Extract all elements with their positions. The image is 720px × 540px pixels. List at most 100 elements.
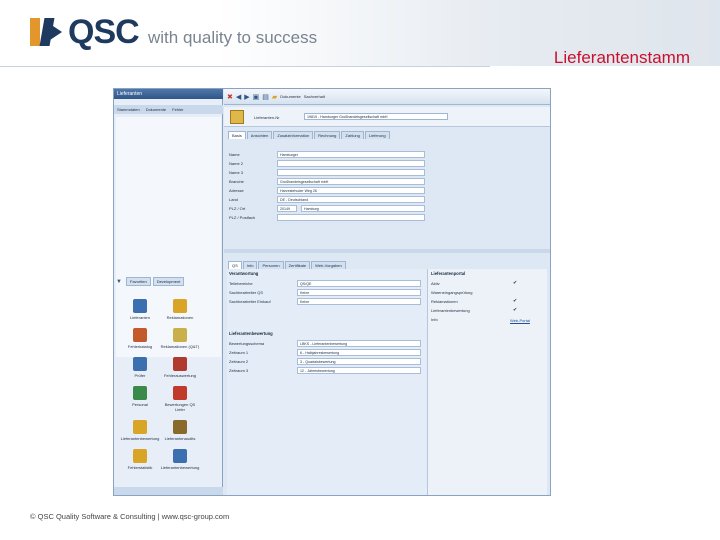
module-item[interactable]: Fehlerstatistik: [120, 449, 160, 470]
portal-row: Aktiv ✔: [431, 280, 518, 286]
scroll-down-icon[interactable]: ▼: [116, 279, 122, 285]
toolbar: ✖ ◀ ▶ ▣ ▤ ▰ Dokumente Sachverhalt: [224, 89, 550, 105]
web-portal-link[interactable]: Web-Portal: [510, 318, 530, 323]
close-icon[interactable]: ✖: [227, 93, 233, 101]
pane-status-bar: [114, 487, 223, 495]
portal-panel: Lieferantenportal Aktiv ✔ Wareneingangspr…: [427, 269, 547, 495]
name2-field[interactable]: [277, 160, 425, 167]
form-row: Name 3: [227, 169, 547, 177]
folder-icon[interactable]: ▰: [272, 93, 277, 101]
navigation-pane: Lieferanten Stammdaten Dokumente Fehler …: [114, 89, 223, 495]
name-field[interactable]: Hamburger: [277, 151, 425, 158]
name3-field[interactable]: [277, 169, 425, 176]
qs-row: Zeitraum 23 - Quartalsbewertung: [229, 358, 425, 366]
sachbearbeiter-qs-select[interactable]: Keine: [297, 289, 421, 296]
section-lieferantenbewertung: Lieferantenbewertung: [229, 331, 273, 336]
module-item[interactable]: Bewertungen QS Liefer: [160, 386, 200, 412]
aktiv-checkbox[interactable]: ✔: [513, 280, 517, 286]
form-row: Adresse Harvestehuder Weg 26: [227, 187, 547, 195]
qsc-logo-mark-icon: [30, 14, 64, 50]
qs-row: Zeitraum 16 - Halbjahresbewertung: [229, 349, 425, 357]
portal-row: Lieferantenbewertung ✔: [431, 307, 518, 313]
star-icon: [133, 357, 147, 371]
toolbar-sachverhalt[interactable]: Sachverhalt: [304, 94, 325, 99]
portal-row: Wareneingangsprüfung: [431, 290, 473, 295]
tab-development[interactable]: Development: [152, 277, 185, 286]
module-item[interactable]: Personal: [120, 386, 160, 412]
portal-row: Reklamationen ✔: [431, 298, 518, 304]
basis-form: Name Hamburger Name 2 Name 3 Branche Großh…: [227, 139, 547, 249]
module-item[interactable]: Reklamationen (Q&T): [160, 328, 200, 349]
splitter[interactable]: [224, 249, 550, 253]
qs-row: Bewertungsschema LBKS - Lieferantenbewert…: [229, 340, 425, 348]
menu-dokumente[interactable]: Dokumente: [143, 105, 169, 114]
qs-row: Teilebereiche QS/QE: [229, 280, 425, 288]
supplier-number-label: Lieferanten-Nr: [254, 115, 280, 120]
qs-panel: Verantwortung Teilebereiche QS/QE Sachbea…: [227, 269, 547, 495]
back-icon[interactable]: ◀: [236, 93, 241, 101]
teilebereiche-select[interactable]: QS/QE: [297, 280, 421, 287]
pane-tabs: Favoriten Development: [126, 277, 185, 286]
bewertung-checkbox[interactable]: ✔: [513, 307, 517, 313]
zeitraum3-select[interactable]: 12 - Jahresbewertung: [297, 367, 421, 374]
pen-icon: [173, 328, 187, 342]
slide: QSC with quality to success Lieferantens…: [0, 0, 720, 540]
form-row: Name Hamburger: [227, 151, 547, 159]
address-field[interactable]: Harvestehuder Weg 26: [277, 187, 425, 194]
country-select[interactable]: DE - Deutschland: [277, 196, 425, 203]
error-icon: [173, 357, 187, 371]
supplier-icon: [230, 110, 244, 124]
qs-row: Sachbearbeiter QS Keine: [229, 289, 425, 297]
qs-row: Zeitraum 3 12 - Jahresbewertung: [229, 367, 425, 375]
toolbar-dokumente[interactable]: Dokumente: [280, 94, 300, 99]
rating-icon: [173, 386, 187, 400]
header-line: [0, 66, 490, 67]
forward-icon[interactable]: ▶: [244, 93, 249, 101]
supplier-number-field[interactable]: 19819 - Hamburger Großhandelsgesellschaf…: [304, 113, 448, 120]
module-item[interactable]: Fehlerauswertung: [160, 357, 200, 378]
city-field[interactable]: Hamburg: [301, 205, 425, 212]
notes-icon: [133, 328, 147, 342]
qs-row: Sachbearbeiter Einkauf Keine: [229, 298, 425, 306]
zip-field[interactable]: 20149: [277, 205, 297, 212]
tagline: with quality to success: [148, 28, 318, 47]
menu-stammdaten[interactable]: Stammdaten: [114, 105, 143, 114]
po-box-field[interactable]: [277, 214, 425, 221]
menu-fehler[interactable]: Fehler: [169, 105, 186, 114]
window-title: Lieferanten: [114, 89, 223, 99]
module-item[interactable]: Lieferanten: [120, 299, 160, 320]
sachbearbeiter-einkauf-select[interactable]: Keine: [297, 298, 421, 305]
module-item[interactable]: Lieferantenbewertung: [160, 449, 200, 470]
tab-favoriten[interactable]: Favoriten: [126, 277, 151, 286]
brand-name: QSC: [68, 13, 140, 51]
menu-bar: Stammdaten Dokumente Fehler: [114, 105, 223, 114]
module-item[interactable]: Reklamationen: [160, 299, 200, 320]
footer: © QSC Quality Software & Consulting | ww…: [30, 512, 230, 521]
module-item[interactable]: Lieferantenbewertung: [120, 420, 160, 441]
form-row: Name 2: [227, 160, 547, 168]
record-header: Lieferanten-Nr 19819 - Hamburger Großhan…: [224, 107, 550, 127]
gear-icon: [173, 299, 187, 313]
section-verantwortung: Verantwortung: [229, 271, 259, 276]
lock-icon: [133, 449, 147, 463]
save-icon[interactable]: ▣: [253, 93, 260, 101]
module-item[interactable]: Fehlerkatalog: [120, 328, 160, 349]
print-icon[interactable]: ▤: [262, 93, 269, 101]
module-icon-grid: Lieferanten Reklamationen Fehlerkatalog …: [120, 299, 200, 470]
section-lieferantenportal: Lieferantenportal: [431, 271, 466, 276]
person-icon: [133, 386, 147, 400]
branche-field[interactable]: Großhandelsgesellschaft mbH: [277, 178, 425, 185]
alert-icon: [133, 420, 147, 434]
zeitraum1-select[interactable]: 6 - Halbjahresbewertung: [297, 349, 421, 356]
doc-icon: [133, 299, 147, 313]
module-item[interactable]: Lieferantenaudits: [160, 420, 200, 441]
zeitraum2-select[interactable]: 3 - Quartalsbewertung: [297, 358, 421, 365]
bewertungsschema-select[interactable]: LBKS - Lieferantenbewertung: [297, 340, 421, 347]
truck-icon: [173, 449, 187, 463]
form-row: PLZ / Postfach: [227, 214, 547, 222]
form-row: PLZ / Ort 20149 Hamburg: [227, 205, 547, 213]
qsc-logo: QSC: [30, 13, 140, 51]
detail-pane: ✖ ◀ ▶ ▣ ▤ ▰ Dokumente Sachverhalt Liefer…: [224, 89, 550, 495]
reklamationen-checkbox[interactable]: ✔: [513, 298, 517, 304]
module-item[interactable]: Prüfer: [120, 357, 160, 378]
